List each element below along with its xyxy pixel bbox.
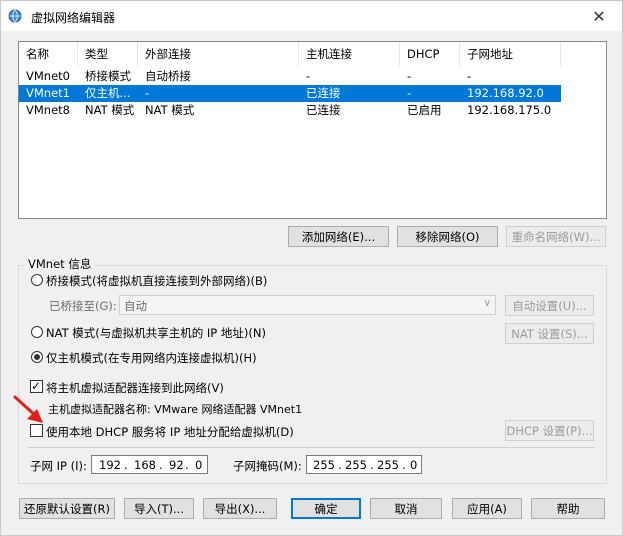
cell-host: 已连接 <box>306 103 341 117</box>
cell-subnet: - <box>467 69 472 83</box>
cell-dhcp: - <box>407 69 412 83</box>
import-button[interactable]: 导入(T)... <box>124 498 194 519</box>
subnet-mask-label: 子网掩码(M): <box>233 459 302 473</box>
separator <box>28 447 595 448</box>
nat-mode-radio[interactable] <box>31 326 43 338</box>
use-dhcp-label[interactable]: 使用本地 DHCP 服务将 IP 地址分配给虚拟机(D) <box>46 424 294 440</box>
ip-octet: 92 <box>169 458 184 472</box>
column-header-dhcp[interactable]: DHCP <box>400 42 460 66</box>
column-header-subnet[interactable]: 子网地址 <box>460 42 561 66</box>
cell-type: 仅主机... <box>85 86 131 100</box>
bridged-to-label: 已桥接至(G): <box>49 299 117 313</box>
rename-network-button[interactable]: 重命名网络(W)... <box>506 226 606 247</box>
dhcp-settings-button[interactable]: DHCP 设置(P)... <box>505 420 594 441</box>
subnet-mask-input[interactable]: 255 . 255 . 255 . 0 <box>306 455 422 474</box>
list-header: 名称 类型 外部连接 主机连接 DHCP 子网地址 <box>19 42 606 66</box>
table-row[interactable]: VMnet0 桥接模式 自动桥接 - - - <box>19 68 561 85</box>
ip-octet: 0 <box>195 458 203 472</box>
ok-button[interactable]: 确定 <box>291 498 361 519</box>
subnet-ip-input[interactable]: 192 . 168 . 92 . 0 <box>91 455 208 474</box>
column-header-external[interactable]: 外部连接 <box>138 42 299 66</box>
nat-mode-label[interactable]: NAT 模式(与虚拟机共享主机的 IP 地址)(N) <box>46 325 266 341</box>
cell-dhcp: - <box>407 86 412 100</box>
cell-type: NAT 模式 <box>85 103 135 117</box>
cell-name: VMnet8 <box>26 103 70 117</box>
table-row[interactable]: VMnet8 NAT 模式 NAT 模式 已连接 已启用 192.168.175… <box>19 102 561 119</box>
add-network-button[interactable]: 添加网络(E)... <box>288 226 389 247</box>
mask-octet: 255 <box>345 458 367 472</box>
use-dhcp-checkbox[interactable] <box>30 424 43 437</box>
bridge-mode-radio[interactable] <box>31 274 43 286</box>
remove-network-button[interactable]: 移除网络(O) <box>397 226 498 247</box>
auto-settings-button[interactable]: 自动设置(U)... <box>505 295 594 316</box>
ip-dot: . <box>159 458 163 472</box>
host-only-mode-label[interactable]: 仅主机模式(在专用网络内连接虚拟机)(H) <box>46 350 257 366</box>
column-header-type[interactable]: 类型 <box>78 42 138 66</box>
connect-adapter-label[interactable]: 将主机虚拟适配器连接到此网络(V) <box>46 380 224 396</box>
nat-settings-button[interactable]: NAT 设置(S)... <box>505 323 594 344</box>
bridged-to-select[interactable]: 自动 ∨ <box>119 295 496 315</box>
column-header-name[interactable]: 名称 <box>19 42 78 66</box>
mask-dot: . <box>370 458 374 472</box>
virtual-network-editor-window: 虚拟网络编辑器 ✕ 名称 类型 外部连接 主机连接 DHCP 子网地址 VMne… <box>0 0 623 536</box>
cell-external: 自动桥接 <box>145 69 191 83</box>
cell-name: VMnet0 <box>26 69 70 83</box>
cell-type: 桥接模式 <box>85 69 131 83</box>
host-only-mode-radio[interactable] <box>31 351 43 363</box>
ip-octet: 168 <box>134 458 156 472</box>
ip-dot: . <box>124 458 128 472</box>
table-row-selected[interactable]: VMnet1 仅主机... - 已连接 - 192.168.92.0 <box>19 85 561 102</box>
mask-dot: . <box>402 458 406 472</box>
vmnet-info-label: VMnet 信息 <box>25 256 95 272</box>
cell-external: - <box>145 86 150 100</box>
chevron-down-icon: ∨ <box>483 298 491 309</box>
cell-name: VMnet1 <box>26 86 70 100</box>
mask-dot: . <box>338 458 342 472</box>
ip-octet: 192 <box>99 458 121 472</box>
apply-button[interactable]: 应用(A) <box>452 498 522 519</box>
mask-octet: 255 <box>313 458 335 472</box>
help-button[interactable]: 帮助 <box>531 498 605 519</box>
connect-adapter-checkbox[interactable] <box>30 378 43 394</box>
cell-subnet: 192.168.92.0 <box>467 86 544 100</box>
ip-dot: . <box>185 458 189 472</box>
subnet-ip-label: 子网 IP (I): <box>30 459 87 473</box>
cell-external: NAT 模式 <box>145 103 195 117</box>
cell-subnet: 192.168.175.0 <box>467 103 552 117</box>
mask-octet: 255 <box>377 458 399 472</box>
cell-host: - <box>306 69 311 83</box>
network-globe-icon <box>8 9 22 23</box>
title-bar: 虚拟网络编辑器 ✕ <box>1 1 622 31</box>
bridged-to-value: 自动 <box>124 299 147 313</box>
column-header-host[interactable]: 主机连接 <box>299 42 400 66</box>
export-button[interactable]: 导出(X)... <box>203 498 277 519</box>
cell-dhcp: 已启用 <box>407 103 442 117</box>
cancel-button[interactable]: 取消 <box>370 498 442 519</box>
bridge-mode-label[interactable]: 桥接模式(将虚拟机直接连接到外部网络)(B) <box>46 273 267 289</box>
window-title: 虚拟网络编辑器 <box>31 11 116 25</box>
close-button[interactable]: ✕ <box>576 1 622 31</box>
close-icon: ✕ <box>592 6 606 26</box>
adapter-name-text: 主机虚拟适配器名称: VMware 网络适配器 VMnet1 <box>48 403 303 416</box>
restore-defaults-button[interactable]: 还原默认设置(R) <box>19 498 115 519</box>
network-list[interactable]: 名称 类型 外部连接 主机连接 DHCP 子网地址 VMnet0 桥接模式 自动… <box>18 41 607 219</box>
cell-host: 已连接 <box>306 86 341 100</box>
red-arrow-icon <box>13 395 43 423</box>
mask-octet: 0 <box>410 458 418 472</box>
